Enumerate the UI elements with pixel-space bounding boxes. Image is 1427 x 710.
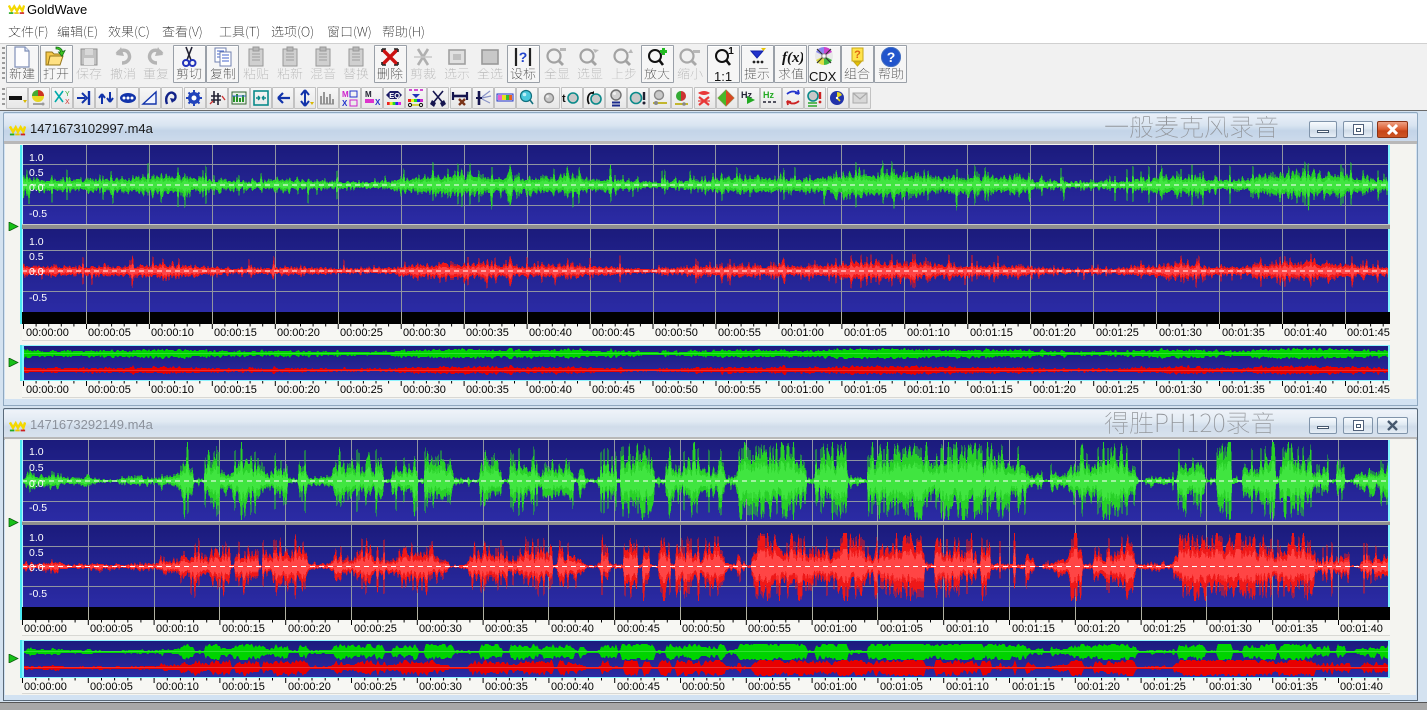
svg-text:f(x): f(x)	[782, 50, 803, 66]
svg-text:X: X	[375, 98, 381, 107]
svg-text:M: M	[342, 90, 349, 99]
svg-text:t: t	[562, 93, 566, 105]
svg-text:X: X	[342, 99, 348, 108]
svg-text:Y: Y	[65, 91, 70, 98]
svg-text:Hz: Hz	[763, 90, 774, 100]
svg-text:1: 1	[728, 46, 734, 57]
svg-text:?: ?	[519, 49, 528, 65]
svg-text:?: ?	[886, 49, 895, 65]
svg-text:X: X	[65, 99, 70, 106]
svg-text:?: ?	[854, 49, 861, 61]
svg-text:M: M	[365, 90, 372, 99]
svg-text:EQ: EQ	[389, 91, 400, 100]
